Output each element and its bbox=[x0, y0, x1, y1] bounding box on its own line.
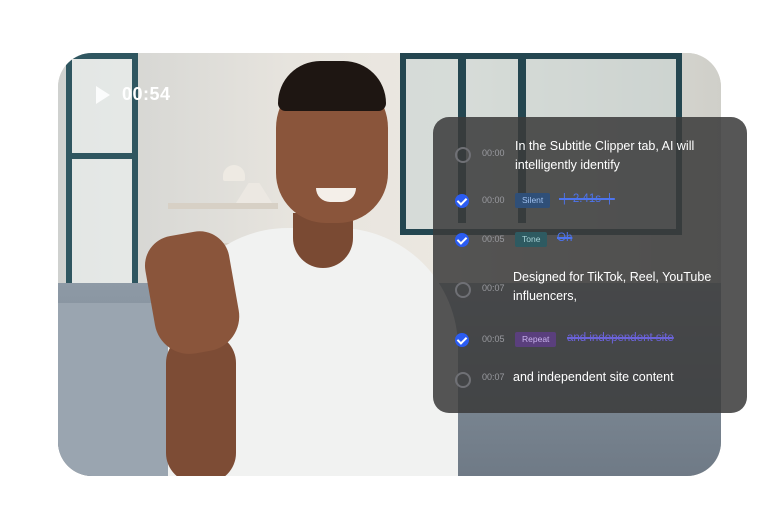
subtitle-text[interactable]: In the Subtitle Clipper tab, AI will int… bbox=[515, 137, 737, 175]
tag-silent: Silent bbox=[515, 193, 551, 208]
checkmark-icon[interactable] bbox=[455, 233, 469, 247]
background-lamp bbox=[223, 165, 245, 181]
checkmark-icon[interactable] bbox=[455, 194, 469, 208]
row-timestamp: 00:05 bbox=[482, 334, 505, 344]
row-timestamp: 00:00 bbox=[482, 148, 505, 158]
removed-text: and independent site bbox=[567, 332, 674, 344]
subtitle-text[interactable]: Designed for TikTok, Reel, YouTube influ… bbox=[513, 268, 735, 306]
tag-repeat: Repeat bbox=[515, 332, 557, 347]
checkbox-unchecked[interactable] bbox=[455, 282, 471, 298]
play-icon[interactable] bbox=[96, 86, 110, 104]
row-timestamp: 00:07 bbox=[482, 372, 505, 382]
background-shelf bbox=[168, 203, 278, 209]
subtitle-panel: 00:00 In the Subtitle Clipper tab, AI wi… bbox=[433, 117, 747, 413]
removed-text: ·|· 2.41s ·|· bbox=[559, 193, 615, 205]
tag-tone: Tone bbox=[515, 232, 548, 247]
video-timestamp: 00:54 bbox=[122, 84, 171, 104]
removed-text: Oh bbox=[557, 232, 573, 244]
checkbox-unchecked[interactable] bbox=[455, 372, 471, 388]
checkmark-icon[interactable] bbox=[455, 333, 469, 347]
row-timestamp: 00:07 bbox=[482, 283, 505, 293]
window-bar bbox=[66, 153, 138, 159]
row-timestamp: 00:00 bbox=[482, 195, 505, 205]
person-arm bbox=[166, 333, 236, 476]
checkbox-unchecked[interactable] bbox=[455, 147, 471, 163]
row-timestamp: 00:05 bbox=[482, 234, 505, 244]
subtitle-text[interactable]: and independent site content bbox=[513, 368, 735, 387]
